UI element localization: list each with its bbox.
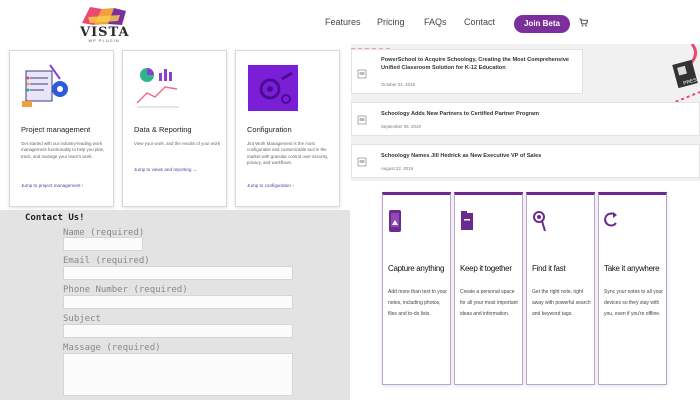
nav-faqs[interactable]: FAQs <box>424 17 447 27</box>
document-icon <box>357 69 367 79</box>
folder-icon <box>461 211 473 230</box>
news-item-date: September 05, 2019 <box>381 124 421 129</box>
subject-field[interactable] <box>63 324 293 338</box>
subject-label: Subject <box>63 314 101 324</box>
site-header: VISTA WP PLUGIN Features Pricing FAQs Co… <box>0 0 700 46</box>
message-label: Massage (required) <box>63 343 161 353</box>
contact-form-title: Contact Us! <box>25 213 85 223</box>
feature-card-link[interactable]: Jump to configuration › <box>247 183 294 188</box>
app-card-desc: Add more than text to your notes, includ… <box>388 289 447 317</box>
news-item[interactable]: PowerSchool to Acquire Schoology, Creati… <box>351 49 583 94</box>
news-item-title: Schoology Adds New Partners to Certified… <box>381 111 540 117</box>
feature-card-title: Project management <box>21 125 91 134</box>
phone-note-icon <box>389 210 401 232</box>
app-features-section: Capture anything Add more than text to y… <box>351 182 700 400</box>
contact-form: Contact Us! Name (required) Email (requi… <box>0 210 350 400</box>
app-card-capture: Capture anything Add more than text to y… <box>382 192 451 385</box>
app-card-take-anywhere: Take it anywhere Sync your notes to all … <box>598 192 667 385</box>
app-card-title: Take it anywhere <box>604 264 660 273</box>
news-section: PRESS PowerSchool to Acquire Schoology, … <box>351 44 700 181</box>
logo-subtitle: WP PLUGIN <box>88 38 120 43</box>
email-field[interactable] <box>63 266 293 280</box>
app-card-title: Find it fast <box>532 264 566 273</box>
join-beta-button[interactable]: Join Beta <box>514 15 570 33</box>
document-icon <box>357 115 367 125</box>
vista-logo[interactable]: VISTA WP PLUGIN <box>80 5 129 43</box>
news-item[interactable]: Schoology Adds New Partners to Certified… <box>351 102 700 136</box>
nav-contact[interactable]: Contact <box>464 17 495 27</box>
feature-card-desc: Jira Work Management is the most configu… <box>247 141 329 166</box>
news-item[interactable]: Schoology Names Jill Hedrick as New Exec… <box>351 144 700 178</box>
project-illustration-icon <box>22 64 68 107</box>
news-item-date: August 22, 2019 <box>381 166 413 171</box>
feature-card-link[interactable]: Jump to views and reporting → <box>134 167 197 172</box>
feature-card-data-reporting: Data & Reporting View your work, and the… <box>122 50 227 207</box>
app-card-title: Keep it together <box>460 264 512 273</box>
logo-mark-icon <box>82 7 126 25</box>
nav-features[interactable]: Features <box>325 17 361 27</box>
press-photo-icon: PRESS <box>672 60 699 89</box>
email-label: Email (required) <box>63 256 150 266</box>
chart-illustration-icon <box>136 68 179 108</box>
phone-field[interactable] <box>63 295 293 309</box>
news-item-title: Schoology Names Jill Hedrick as New Exec… <box>381 153 542 159</box>
app-card-keep-together: Keep it together Create a personal space… <box>454 192 523 385</box>
feature-card-desc: View your work, and the results of your … <box>134 141 221 146</box>
page: VISTA WP PLUGIN Features Pricing FAQs Co… <box>0 0 700 400</box>
news-item-title: PowerSchool to Acquire Schoology, Creati… <box>381 57 570 71</box>
gears-illustration-icon <box>248 65 298 111</box>
cart-icon[interactable] <box>579 18 588 27</box>
app-card-find-fast: Find it fast Get the right note, right a… <box>526 192 595 385</box>
sync-icon <box>604 212 617 227</box>
feature-card-link[interactable]: Jump to project management › <box>21 183 83 188</box>
feature-card-title: Configuration <box>247 125 292 134</box>
message-field[interactable] <box>63 353 293 396</box>
feature-card-title: Data & Reporting <box>134 125 192 134</box>
app-card-desc: Sync your notes to all your devices so t… <box>604 289 663 317</box>
app-card-desc: Create a personal space for all your mos… <box>460 289 518 317</box>
news-item-date: October 24, 2019 <box>381 82 415 87</box>
feature-card-configuration: Configuration Jira Work Management is th… <box>235 50 340 207</box>
nav-pricing[interactable]: Pricing <box>377 17 405 27</box>
feature-card-project-management: Project management Get started with our … <box>9 50 114 207</box>
search-icon <box>533 211 546 232</box>
app-card-desc: Get the right note, right away with powe… <box>532 289 591 317</box>
feature-card-desc: Get started with our industry-leading wo… <box>21 141 105 159</box>
name-field[interactable] <box>63 237 143 251</box>
app-card-title: Capture anything <box>388 264 445 273</box>
phone-label: Phone Number (required) <box>63 285 188 295</box>
document-icon <box>357 157 367 167</box>
